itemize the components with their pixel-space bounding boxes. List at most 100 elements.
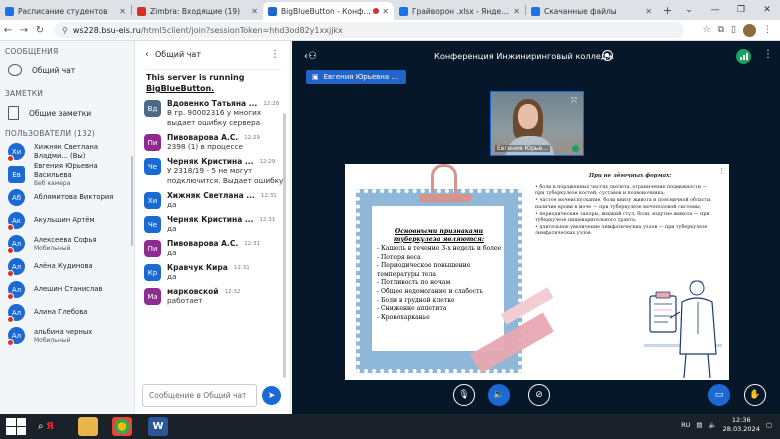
message-text: В гр. 90002316 у многих выдает ошибку се…: [167, 108, 262, 127]
presentation-area: ‹⚇ Конференция Инжиниринговый колледж ⋮ …: [292, 41, 780, 414]
user-name: Алешин Станислав: [34, 285, 103, 293]
extensions-icon[interactable]: ⧉: [718, 25, 724, 35]
star-icon[interactable]: ☆: [703, 25, 711, 35]
message-author: Кравчук Кира: [167, 263, 228, 272]
user-list-item[interactable]: Ал Алина Глебова: [0, 301, 134, 324]
user-name: Акульшин Артём: [34, 216, 95, 224]
message-author: Пивоварова А.С.: [167, 239, 239, 248]
chat-title: Общий чат: [155, 49, 201, 59]
list-item: • боли в пораженных частях скелета, огра…: [535, 185, 708, 197]
chat-message: Вд Вдовенко Татьяна ... 12:28 В гр. 9000231…: [136, 99, 290, 128]
user-list-item[interactable]: Хи Хижняк Светлана Владми... (Вы): [0, 140, 134, 163]
user-status: Мобильный: [34, 244, 71, 252]
user-list-item[interactable]: Ал Алешин Станислав: [0, 278, 134, 301]
network-icon[interactable]: ▤: [696, 421, 702, 429]
webcam-tile[interactable]: ⤧ Евгения Юрье...: [490, 91, 584, 156]
connection-status-icon[interactable]: [736, 49, 751, 64]
browser-tab[interactable]: Zimbra: Входящие (19) ✕: [132, 2, 263, 20]
tab-favicon: [137, 6, 146, 16]
clock-time: 12:36: [731, 416, 751, 424]
browser-tab[interactable]: Расписание студентов ✕: [0, 2, 131, 20]
browser-tab-active[interactable]: BigBlueButton - Конфере ✕: [263, 2, 394, 20]
welcome-link[interactable]: BigBlueButton.: [146, 83, 281, 94]
forward-icon[interactable]: →: [16, 25, 32, 36]
clock[interactable]: 12:36 28.03.2024: [723, 416, 760, 434]
mute-button[interactable]: 🎙: [453, 384, 475, 406]
message-author: Пивоварова А.С.: [167, 133, 239, 142]
yandex-browser-icon[interactable]: Я: [40, 417, 60, 436]
language-indicator[interactable]: RU: [681, 421, 690, 429]
close-window-icon[interactable]: ✕: [754, 5, 780, 15]
mic-muted-icon: [7, 247, 14, 254]
sidebar-item-public-chat[interactable]: Общий чат: [0, 58, 134, 82]
reload-icon[interactable]: ↻: [32, 25, 48, 36]
avatar: Ма: [144, 288, 161, 305]
chat-input[interactable]: Сообщение в Общий чат: [142, 384, 257, 407]
user-list-item[interactable]: Ал Алёна Кудинова: [0, 255, 134, 278]
tab-favicon: [531, 6, 540, 16]
sidebar-item-label: Общий чат: [32, 65, 76, 75]
start-button[interactable]: [6, 418, 26, 435]
notifications-icon[interactable]: ▢: [766, 421, 772, 429]
slide-symptom-list: - Кашель в течение 3-х недель и более - …: [377, 245, 505, 322]
message-author: Черняк Кристина ...: [167, 157, 254, 166]
avatar: Ал: [7, 258, 25, 277]
user-list-item[interactable]: Ак Акульшин Артём: [0, 209, 134, 232]
close-icon[interactable]: ✕: [251, 7, 258, 16]
profile-avatar[interactable]: [743, 23, 756, 37]
message-text: да: [167, 200, 177, 209]
minimize-icon[interactable]: —: [702, 5, 728, 15]
back-icon[interactable]: ←: [0, 25, 16, 36]
user-list-item[interactable]: Ев Евгения Юрьевна Васильева Веб камера: [0, 162, 134, 187]
chat-message: Кр Кравчук Кира 12:31 да: [136, 263, 290, 282]
message-author: марковской: [167, 287, 219, 296]
user-list-item[interactable]: Ал альбина черных Мобильный: [0, 324, 134, 347]
slide-right-title: При не лёгочных формах:: [589, 173, 672, 179]
mic-muted-icon: [7, 316, 14, 323]
chrome-icon[interactable]: [112, 417, 132, 436]
chat-scrollbar[interactable]: [283, 113, 286, 378]
chevron-left-icon[interactable]: ‹: [145, 49, 149, 60]
options-icon[interactable]: ⋮: [763, 49, 773, 60]
avatar: Ал: [7, 327, 25, 346]
word-icon[interactable]: W: [148, 417, 168, 436]
screen: { "browser": { "tabs": [ {"label": "Расп…: [0, 0, 780, 439]
volume-icon[interactable]: 🔈: [709, 421, 717, 429]
message-author: Вдовенко Татьяна ...: [167, 99, 258, 108]
avatar: Хи: [7, 143, 25, 162]
chevron-down-icon[interactable]: ⌄: [676, 5, 702, 15]
presenter-badge[interactable]: ▣ Евгения Юрьевна ...: [306, 70, 407, 84]
audio-button[interactable]: 🔈: [488, 384, 510, 406]
tab-favicon: [5, 6, 14, 16]
close-icon[interactable]: ✕: [645, 7, 652, 16]
file-explorer-icon[interactable]: [78, 417, 98, 436]
menu-icon[interactable]: ⋮: [763, 25, 772, 35]
raise-hand-button[interactable]: ✋: [744, 384, 766, 406]
sidebar-icon[interactable]: ▯: [731, 25, 736, 35]
maximize-icon[interactable]: ❐: [728, 5, 754, 15]
tab-label: Грайворон .xlsx - Яндекс Доку: [412, 6, 510, 16]
url-field[interactable]: ⚲ ws228.bsu-eis.ru/html5client/join?sess…: [54, 22, 684, 38]
send-icon: ➤: [267, 390, 276, 401]
site-info-icon[interactable]: ⚲: [62, 26, 68, 35]
fullscreen-icon[interactable]: ⤧: [571, 96, 577, 106]
sidebar-scrollbar[interactable]: [131, 156, 133, 246]
address-bar: ← → ↻ ⚲ ws228.bsu-eis.ru/html5client/joi…: [0, 20, 780, 41]
user-list-item[interactable]: Аб Аблямитова Виктория: [0, 186, 134, 209]
screen-share-button[interactable]: ▭: [708, 384, 730, 406]
sidebar-item-shared-notes[interactable]: Общие заметки: [0, 100, 134, 126]
browser-tab[interactable]: Скачанные файлы ✕: [526, 2, 657, 20]
record-icon[interactable]: [602, 50, 613, 61]
user-list-toggle-icon[interactable]: ‹⚇: [304, 51, 317, 62]
window-controls: ⌄ — ❐ ✕: [676, 0, 780, 20]
close-icon[interactable]: ✕: [382, 7, 389, 16]
list-item: - Общее недомогание и слабость: [377, 287, 483, 295]
chat-options-icon[interactable]: ⋮: [270, 49, 280, 60]
browser-tab[interactable]: Грайворон .xlsx - Яндекс Доку ✕: [394, 2, 525, 20]
user-list-item[interactable]: Ал Алексеева Софья Мобильный: [0, 232, 134, 255]
camera-button[interactable]: ⊘: [528, 384, 550, 406]
send-button[interactable]: ➤: [262, 386, 281, 405]
close-icon[interactable]: ✕: [513, 7, 520, 16]
slide-options-icon[interactable]: ⋮: [718, 167, 725, 175]
close-icon[interactable]: ✕: [119, 7, 126, 16]
